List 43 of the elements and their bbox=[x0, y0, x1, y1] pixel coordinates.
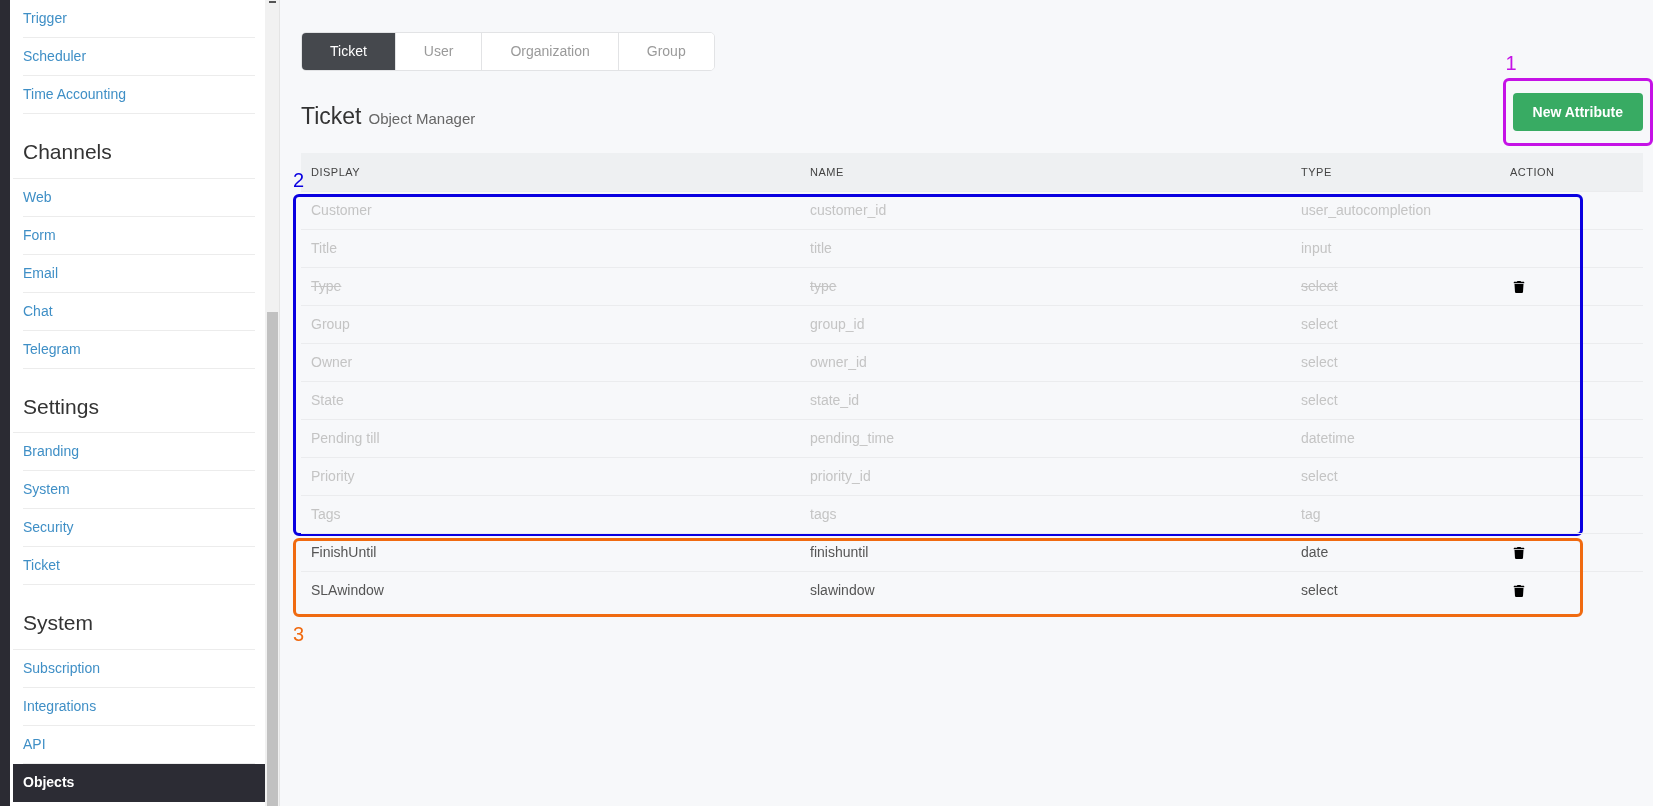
scroll-up-icon[interactable] bbox=[268, 1, 276, 5]
tab[interactable]: Group bbox=[617, 33, 714, 70]
sidebar-item[interactable]: Time Accounting bbox=[23, 76, 255, 114]
sidebar-item[interactable]: Objects bbox=[13, 763, 265, 802]
delete-icon[interactable] bbox=[1513, 546, 1525, 559]
sidebar-item[interactable]: Trigger bbox=[23, 0, 255, 38]
section-heading: Channels bbox=[13, 114, 255, 179]
page-title: Ticket bbox=[301, 101, 362, 131]
sidebar-item[interactable]: API bbox=[23, 725, 255, 764]
page-subtitle: Object Manager bbox=[368, 108, 476, 129]
scrollbar-thumb[interactable] bbox=[266, 312, 278, 806]
sidebar-item[interactable]: Ticket bbox=[23, 547, 255, 585]
column-header: ACTION bbox=[1510, 164, 1555, 180]
column-header: DISPLAY bbox=[311, 164, 361, 180]
scrollbar[interactable] bbox=[265, 0, 280, 806]
new-attribute-button[interactable]: New Attribute bbox=[1512, 93, 1643, 131]
type-cell-text: select bbox=[1301, 581, 1338, 600]
name-cell-text: finishuntil bbox=[810, 543, 869, 562]
sidebar-item[interactable]: Web bbox=[23, 178, 255, 217]
delete-icon[interactable] bbox=[1513, 280, 1525, 293]
sidebar-item[interactable]: System bbox=[23, 471, 255, 509]
annotation-number: 3 bbox=[293, 624, 305, 644]
column-header: NAME bbox=[810, 164, 844, 180]
annotation-number: 2 bbox=[293, 170, 305, 190]
annotation-number: 1 bbox=[1505, 53, 1517, 73]
sidebar-item[interactable]: Form bbox=[23, 216, 255, 255]
delete-icon[interactable] bbox=[1513, 584, 1525, 597]
display-cell-text: SLAwindow bbox=[311, 581, 384, 600]
sidebar-item[interactable]: Telegram bbox=[23, 330, 255, 369]
sidebar-item[interactable]: Email bbox=[23, 254, 255, 293]
sidebar-item[interactable]: Chat bbox=[23, 292, 255, 331]
sidebar-item[interactable]: Branding bbox=[23, 433, 255, 471]
tab[interactable]: Ticket bbox=[302, 33, 395, 70]
sidebar-item[interactable]: Integrations bbox=[23, 687, 255, 726]
sidebar-item[interactable]: Scheduler bbox=[23, 38, 255, 76]
sidebar-item[interactable]: Subscription bbox=[23, 649, 255, 688]
sidebar-item[interactable]: Security bbox=[23, 509, 255, 547]
column-header: TYPE bbox=[1301, 164, 1332, 180]
type-cell-text: date bbox=[1301, 543, 1329, 562]
section-heading: Settings bbox=[13, 368, 255, 433]
section-heading: System bbox=[13, 585, 255, 650]
display-cell-text: FinishUntil bbox=[311, 543, 377, 562]
name-cell-text: slawindow bbox=[810, 581, 875, 600]
